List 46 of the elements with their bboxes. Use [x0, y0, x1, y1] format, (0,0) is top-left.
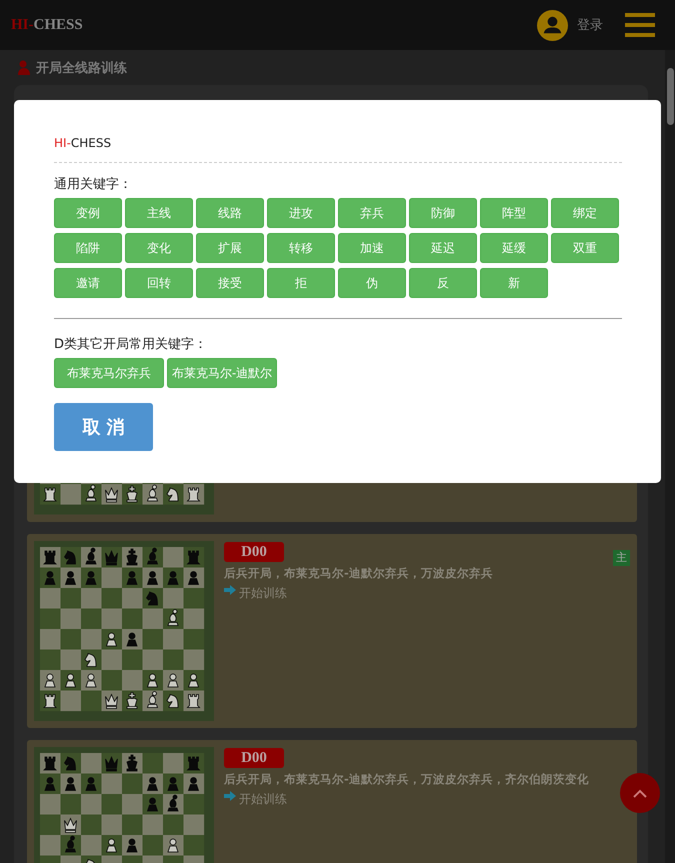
- category-keywords-label: D类其它开局常用关键字：: [54, 336, 208, 353]
- keyword-button[interactable]: 新: [480, 268, 548, 298]
- keyword-button[interactable]: 加速: [338, 233, 406, 263]
- scrollbar-thumb[interactable]: [666, 68, 674, 125]
- arrow-icon: [224, 584, 236, 594]
- eco-code: D00: [224, 542, 284, 562]
- scrollbar[interactable]: [665, 50, 675, 863]
- keyword-button[interactable]: 拒: [267, 268, 335, 298]
- menu-icon[interactable]: [625, 12, 655, 38]
- opening-name: 后兵开局，布莱克马尔-迪默尔弃兵，万波皮尔弃兵: [224, 566, 494, 580]
- caret-up-icon: [633, 788, 647, 798]
- keyword-button[interactable]: 线路: [196, 198, 264, 228]
- keyword-button[interactable]: 延迟: [409, 233, 477, 263]
- start-training-link[interactable]: 开始训练: [239, 790, 287, 808]
- arrow-icon: [224, 790, 236, 800]
- keyword-button[interactable]: 变例: [54, 198, 122, 228]
- logo[interactable]: HI-CHESS: [11, 16, 537, 34]
- opening-name: 后兵开局，布莱克马尔-迪默尔弃兵，万波皮尔弃兵，齐尔伯朗茨变化: [224, 772, 590, 786]
- keyword-button[interactable]: 防御: [409, 198, 477, 228]
- dialog-brand: HI-CHESS: [54, 136, 622, 163]
- keyword-button[interactable]: 邀请: [54, 268, 122, 298]
- login-link[interactable]: 登录: [577, 16, 603, 34]
- keyword-button[interactable]: 进攻: [267, 198, 335, 228]
- keyword-button[interactable]: 双重: [551, 233, 619, 263]
- cancel-button[interactable]: 取 消: [54, 403, 153, 451]
- eco-code: D00: [224, 748, 284, 768]
- keyword-button[interactable]: 布莱克马尔弃兵: [54, 358, 164, 388]
- keyword-button[interactable]: 阵型: [480, 198, 548, 228]
- keyword-button[interactable]: 转移: [267, 233, 335, 263]
- keyword-button[interactable]: 扩展: [196, 233, 264, 263]
- start-training-link[interactable]: 开始训练: [239, 584, 287, 602]
- keyword-button[interactable]: 主线: [125, 198, 193, 228]
- keyword-button[interactable]: 反: [409, 268, 477, 298]
- keyword-button[interactable]: 绑定: [551, 198, 619, 228]
- general-keywords-label: 通用关键字：: [54, 176, 133, 193]
- keyword-button[interactable]: 延缓: [480, 233, 548, 263]
- keyword-button[interactable]: 伪: [338, 268, 406, 298]
- keyword-button[interactable]: 布莱克马尔-迪默尔: [167, 358, 277, 388]
- keyword-button[interactable]: 变化: [125, 233, 193, 263]
- keyword-button[interactable]: 陷阱: [54, 233, 122, 263]
- keyword-button[interactable]: 接受: [196, 268, 264, 298]
- user-icon[interactable]: [537, 10, 568, 40]
- keyword-button[interactable]: 弃兵: [338, 198, 406, 228]
- keyword-button[interactable]: 回转: [125, 268, 193, 298]
- section-title: 开局全线路训练: [36, 60, 127, 76]
- main-line-tag: 主: [613, 550, 630, 566]
